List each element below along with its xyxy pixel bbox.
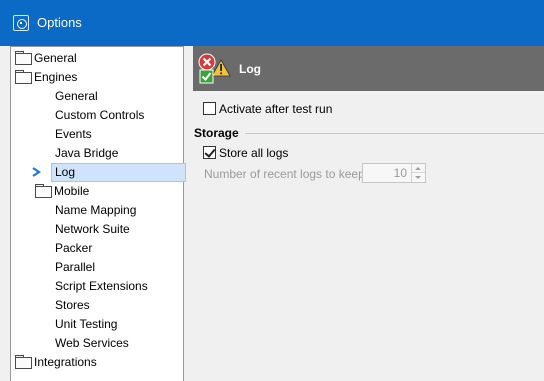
tree-item-unit-testing[interactable]: Unit Testing — [55, 315, 117, 334]
title-bar: Options — [0, 0, 544, 46]
tree-item-mobile[interactable]: Mobile — [35, 182, 89, 201]
recent-logs-value: 10 — [393, 166, 407, 180]
tree-item-general[interactable]: General — [15, 49, 77, 68]
panel-title: Log — [239, 62, 261, 76]
tree-item-packer[interactable]: Packer — [55, 239, 92, 258]
tree-item-web-services[interactable]: Web Services — [55, 334, 129, 353]
tree-item-script-extensions[interactable]: Script Extensions — [55, 277, 148, 296]
checkbox-box[interactable] — [203, 102, 216, 115]
window-title: Options — [37, 15, 82, 30]
tree-item-label: Integrations — [34, 355, 97, 369]
tree-item-label: Java Bridge — [55, 146, 119, 160]
tree-item-events[interactable]: Events — [55, 125, 92, 144]
folder-icon — [15, 70, 32, 84]
tree-item-engines-general[interactable]: General — [55, 87, 98, 106]
checkbox-box[interactable] — [203, 146, 216, 159]
options-tree[interactable]: General Engines General Custom Controls … — [10, 46, 187, 381]
tree-item-label: General — [55, 89, 98, 103]
tree-item-name-mapping[interactable]: Name Mapping — [55, 201, 136, 220]
folder-icon — [15, 51, 32, 65]
tree-item-engines[interactable]: Engines — [15, 68, 77, 87]
tree-item-label: Log — [51, 163, 187, 182]
checkbox-label: Activate after test run — [219, 102, 333, 116]
tree-item-label: Engines — [34, 70, 78, 84]
tree-item-label: Parallel — [55, 260, 96, 274]
activate-after-test-run-checkbox[interactable]: Activate after test run — [203, 101, 332, 117]
tree-item-label: General — [34, 51, 77, 65]
stepper-buttons — [411, 164, 425, 182]
tree-item-network-suite[interactable]: Network Suite — [55, 220, 130, 239]
storage-section-title: Storage — [194, 126, 239, 140]
recent-logs-label: Number of recent logs to keep: — [204, 167, 369, 181]
recent-logs-stepper[interactable]: 10 — [362, 163, 426, 183]
tree-item-label: Name Mapping — [55, 203, 137, 217]
tree-item-log[interactable]: Log — [32, 163, 187, 182]
checkbox-label: Store all logs — [219, 146, 289, 160]
tree-item-parallel[interactable]: Parallel — [55, 258, 95, 277]
stepper-up-icon[interactable] — [412, 164, 425, 173]
tree-item-label: Custom Controls — [55, 108, 145, 122]
tree-item-label: Unit Testing — [55, 317, 118, 331]
tree-item-label: Mobile — [54, 184, 90, 198]
chevron-right-icon — [32, 167, 41, 177]
folder-icon — [35, 184, 52, 198]
folder-icon — [15, 355, 32, 369]
tree-item-custom-controls[interactable]: Custom Controls — [55, 106, 144, 125]
store-all-logs-checkbox[interactable]: Store all logs — [203, 145, 288, 161]
app-icon — [13, 15, 29, 31]
tree-item-label: Network Suite — [55, 222, 130, 236]
stepper-down-icon[interactable] — [412, 173, 425, 182]
tree-item-label: Events — [55, 127, 92, 141]
settings-panel: Log Activate after test run Storage Stor… — [193, 46, 544, 381]
tree-item-label: Packer — [55, 241, 93, 255]
tree-item-label: Web Services — [55, 336, 129, 350]
log-status-icon — [198, 53, 231, 84]
panel-header: Log — [193, 46, 544, 91]
tree-item-integrations[interactable]: Integrations — [15, 353, 97, 372]
tree-item-java-bridge[interactable]: Java Bridge — [55, 144, 118, 163]
section-divider — [245, 133, 544, 134]
tree-item-label: Stores — [55, 298, 90, 312]
tree-item-label: Script Extensions — [55, 279, 148, 293]
tree-item-stores[interactable]: Stores — [55, 296, 90, 315]
